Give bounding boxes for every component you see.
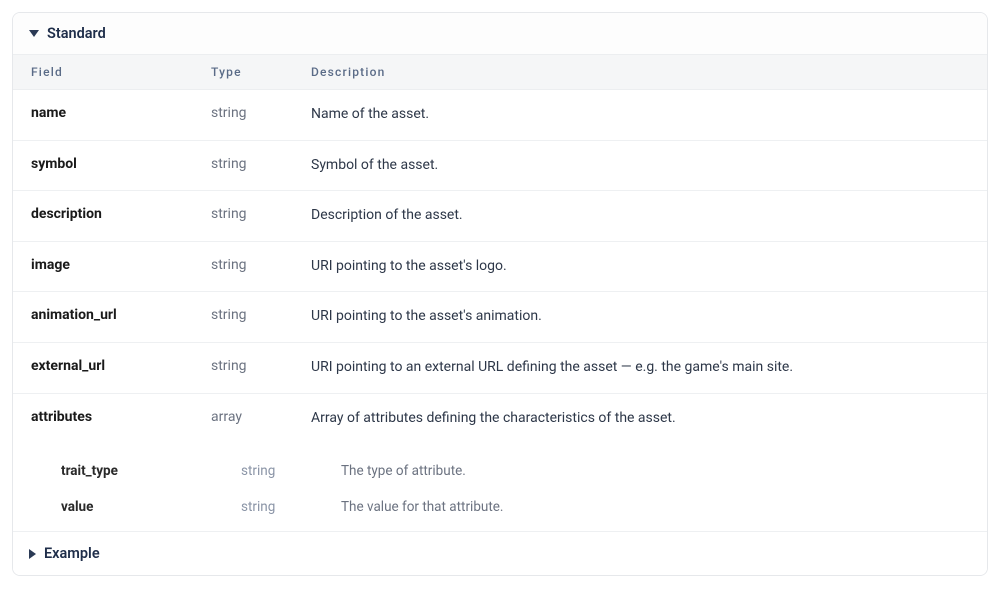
field-desc: The type of attribute. [341,463,969,479]
field-name: external_url [31,358,211,374]
field-desc: URI pointing to an external URL defining… [311,358,969,378]
field-desc: URI pointing to the asset's logo. [311,257,969,277]
table-row: description string Description of the as… [13,191,987,242]
field-name: description [31,206,211,222]
section-title: Standard [47,25,106,42]
field-type: string [241,499,341,515]
header-description: Description [311,65,969,79]
field-type: string [211,156,311,172]
table-header-row: Field Type Description [13,54,987,90]
header-field: Field [31,65,211,79]
field-desc: Description of the asset. [311,206,969,226]
sub-table: trait_type string The type of attribute.… [13,443,987,532]
field-name: trait_type [61,463,241,479]
section-header-standard[interactable]: Standard [13,13,987,54]
field-type: array [211,409,311,425]
field-name: symbol [31,156,211,172]
table-row: trait_type string The type of attribute. [31,453,969,489]
table-row: symbol string Symbol of the asset. [13,141,987,192]
field-name: attributes [31,409,211,425]
field-name: image [31,257,211,273]
example-title: Example [44,545,100,562]
header-type: Type [211,65,311,79]
field-desc: Array of attributes defining the charact… [311,409,969,429]
field-desc: Name of the asset. [311,105,969,125]
chevron-right-icon [29,549,36,559]
field-type: string [241,463,341,479]
field-name: value [61,499,241,515]
field-type: string [211,257,311,273]
table-row: external_url string URI pointing to an e… [13,343,987,394]
field-type: string [211,206,311,222]
field-name: name [31,105,211,121]
field-name: animation_url [31,307,211,323]
field-type: string [211,307,311,323]
field-desc: The value for that attribute. [341,499,969,515]
field-type: string [211,105,311,121]
table-row: animation_url string URI pointing to the… [13,292,987,343]
table-row: value string The value for that attribut… [31,489,969,525]
table-row: attributes array Array of attributes def… [13,394,987,444]
schema-container: Standard Field Type Description name str… [12,12,988,576]
field-type: string [211,358,311,374]
table-row: name string Name of the asset. [13,90,987,141]
field-desc: URI pointing to the asset's animation. [311,307,969,327]
field-desc: Symbol of the asset. [311,156,969,176]
table-row: image string URI pointing to the asset's… [13,242,987,293]
section-header-example[interactable]: Example [13,532,987,575]
chevron-down-icon [29,30,39,37]
